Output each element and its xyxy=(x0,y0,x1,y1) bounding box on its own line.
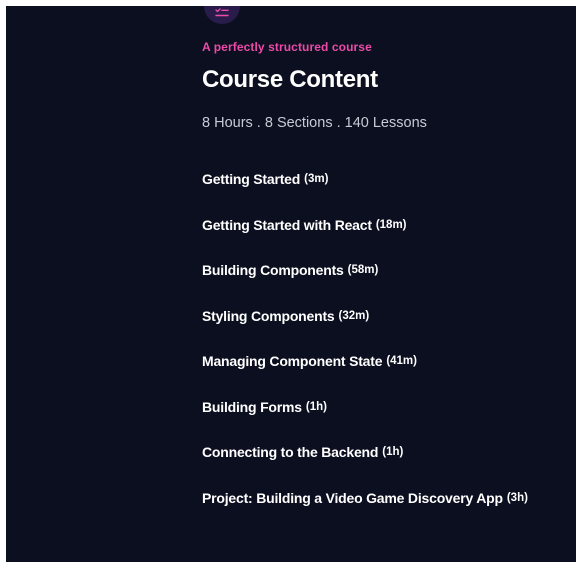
section-duration: (3h) xyxy=(506,491,528,504)
section-title: Managing Component State xyxy=(202,353,383,369)
list-check-icon xyxy=(204,6,240,24)
section-duration: (41m) xyxy=(386,355,417,367)
section-duration: (32m) xyxy=(338,309,370,322)
page-title: Course Content xyxy=(202,66,378,93)
section-duration: (18m) xyxy=(375,218,407,231)
section-title: Project: Building a Video Game Discovery… xyxy=(202,489,503,506)
section-item[interactable]: Project: Building a Video Game Discovery… xyxy=(202,490,528,536)
section-title: Getting Started xyxy=(202,171,301,187)
section-title: Getting Started with React xyxy=(202,216,372,233)
section-item[interactable]: Building Components (58m) xyxy=(202,262,528,308)
section-item[interactable]: Styling Components (32m) xyxy=(202,308,528,354)
section-duration: (3m) xyxy=(304,173,329,185)
section-title: Building Components xyxy=(202,262,344,278)
section-item[interactable]: Building Forms (1h) xyxy=(202,399,528,445)
section-duration: (1h) xyxy=(305,400,327,413)
course-eyebrow: A perfectly structured course xyxy=(202,40,372,54)
section-duration: (1h) xyxy=(382,446,404,458)
section-title: Connecting to the Backend xyxy=(202,444,379,460)
course-content-panel: A perfectly structured course Course Con… xyxy=(6,6,576,562)
section-title: Styling Components xyxy=(202,307,335,324)
section-duration: (58m) xyxy=(347,264,379,276)
section-item[interactable]: Connecting to the Backend (1h) xyxy=(202,444,528,490)
section-list: Getting Started (3m) Getting Started wit… xyxy=(202,171,528,535)
section-item[interactable]: Getting Started (3m) xyxy=(202,171,528,217)
course-meta: 8 Hours . 8 Sections . 140 Lessons xyxy=(202,115,427,131)
section-item[interactable]: Managing Component State (41m) xyxy=(202,353,528,399)
section-title: Building Forms xyxy=(202,398,302,415)
section-item[interactable]: Getting Started with React (18m) xyxy=(202,217,528,263)
